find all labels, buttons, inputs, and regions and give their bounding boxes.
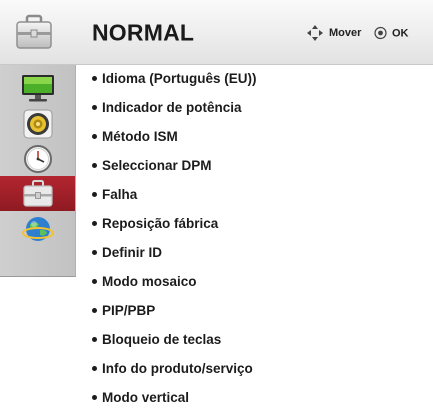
menu-item-label: Método ISM xyxy=(102,128,178,144)
ok-circle-icon xyxy=(374,26,392,40)
menu-item-label: Indicador de potência xyxy=(102,99,242,115)
menu-item-dpm-select[interactable]: Seleccionar DPM xyxy=(76,152,433,178)
menu-item-label: Seleccionar DPM xyxy=(102,157,212,173)
osd-menu: NORMAL Mover OK Idioma (Português (EU)) … xyxy=(0,0,433,417)
bullet xyxy=(92,307,97,313)
menu-item-tile-mode[interactable]: Modo mosaico xyxy=(76,268,433,294)
four-way-arrows-icon xyxy=(306,24,329,42)
menu-item-pip-pbp[interactable]: PIP/PBP xyxy=(76,297,433,323)
menu-item-power-indicator[interactable]: Indicador de potência xyxy=(76,94,433,120)
bullet xyxy=(92,220,97,226)
ok-hint-label: OK xyxy=(392,27,409,39)
menu-item-label: Falha xyxy=(102,186,138,202)
toolbox-icon xyxy=(14,13,54,53)
menu-item-language[interactable]: Idioma (Português (EU)) xyxy=(76,65,433,91)
globe-icon xyxy=(21,213,55,245)
page-title: NORMAL xyxy=(92,19,195,46)
toolbox-icon xyxy=(22,179,54,209)
sidebar-item-network[interactable] xyxy=(0,211,75,246)
menu-item-portrait-mode[interactable]: Modo vertical xyxy=(76,384,433,410)
bullet xyxy=(92,278,97,284)
sidebar-item-time[interactable] xyxy=(0,141,75,176)
menu-header: NORMAL Mover OK xyxy=(0,0,433,65)
sidebar-item-option[interactable] xyxy=(0,176,75,211)
bullet xyxy=(92,191,97,197)
bullet xyxy=(92,249,97,255)
menu-item-label: Reposição fábrica xyxy=(102,215,219,231)
bullet xyxy=(92,365,97,371)
menu-item-label: PIP/PBP xyxy=(102,302,156,318)
bullet xyxy=(92,336,97,342)
ok-hint: OK xyxy=(374,26,409,40)
menu-item-label: Modo vertical xyxy=(102,389,190,405)
menu-item-set-id[interactable]: Definir ID xyxy=(76,239,433,265)
bullet xyxy=(92,104,97,110)
speaker-icon xyxy=(22,108,54,140)
menu-list: Idioma (Português (EU)) Indicador de pot… xyxy=(76,65,433,417)
menu-item-label: Idioma (Português (EU)) xyxy=(102,70,257,86)
clock-icon xyxy=(22,143,54,175)
monitor-icon xyxy=(20,73,56,103)
menu-item-label: Definir ID xyxy=(102,244,163,260)
menu-item-factory-reset[interactable]: Reposição fábrica xyxy=(76,210,433,236)
category-sidebar xyxy=(0,65,76,277)
bullet xyxy=(92,75,97,81)
menu-item-label: Info do produto/serviço xyxy=(102,360,253,376)
bullet xyxy=(92,394,97,400)
menu-item-product-info[interactable]: Info do produto/serviço xyxy=(76,355,433,381)
menu-item-fail[interactable]: Falha xyxy=(76,181,433,207)
sidebar-item-audio[interactable] xyxy=(0,106,75,141)
bullet xyxy=(92,133,97,139)
menu-item-key-lock[interactable]: Bloqueio de teclas xyxy=(76,326,433,352)
move-hint: Mover xyxy=(306,24,361,42)
menu-item-label: Modo mosaico xyxy=(102,273,197,289)
move-hint-label: Mover xyxy=(329,27,362,39)
bullet xyxy=(92,162,97,168)
sidebar-item-picture[interactable] xyxy=(0,70,75,105)
menu-item-label: Bloqueio de teclas xyxy=(102,331,222,347)
menu-item-ism-method[interactable]: Método ISM xyxy=(76,123,433,149)
